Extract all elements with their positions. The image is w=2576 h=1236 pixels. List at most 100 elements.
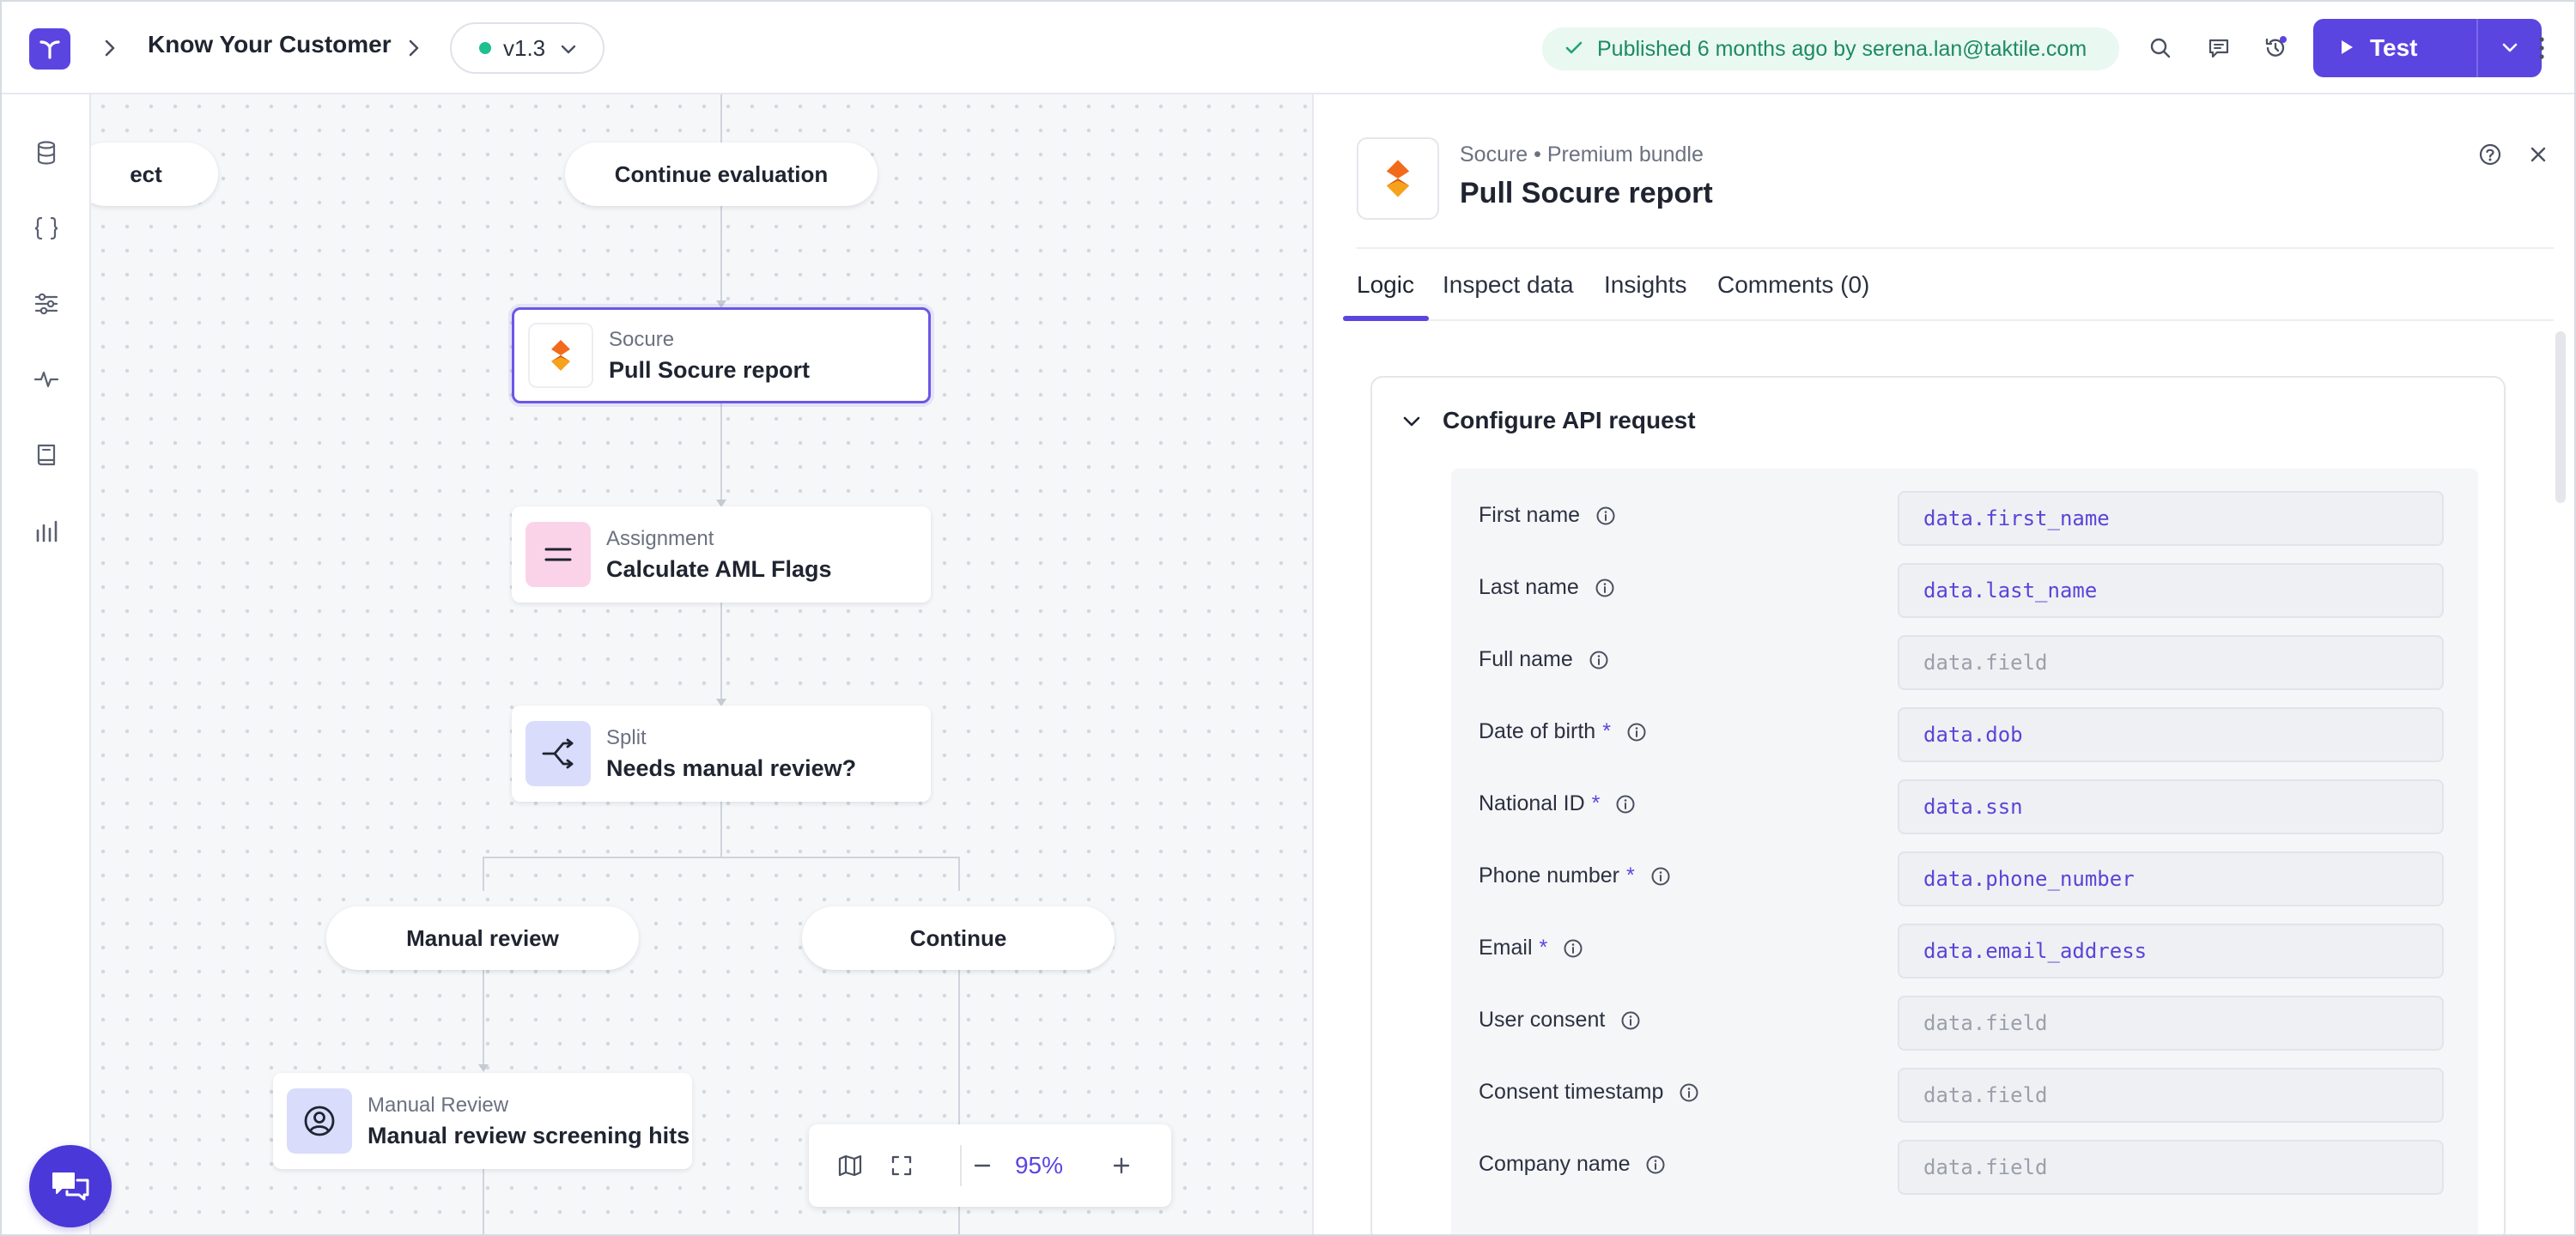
node-type-label: Split bbox=[606, 725, 647, 749]
chat-icon bbox=[52, 1172, 89, 1201]
national-id-input[interactable]: data.ssn bbox=[1898, 779, 2444, 834]
version-label: v1.3 bbox=[503, 34, 546, 61]
bar-chart-icon[interactable] bbox=[29, 513, 64, 548]
field-last-name: Last name data.last_name bbox=[1451, 551, 2478, 623]
zoom-in-icon[interactable] bbox=[1104, 1148, 1139, 1183]
field-national-id: National ID * data.ssn bbox=[1451, 767, 2478, 839]
branch-label-manual-review[interactable]: Manual review bbox=[326, 906, 639, 970]
node-needs-manual-review[interactable]: Split Needs manual review? bbox=[512, 706, 931, 802]
phone-number-input[interactable]: data.phone_number bbox=[1898, 851, 2444, 906]
field-label: Last name bbox=[1479, 575, 1615, 600]
chevron-right-icon[interactable] bbox=[398, 33, 429, 64]
info-icon[interactable] bbox=[1645, 1154, 1666, 1175]
info-icon[interactable] bbox=[1595, 578, 1615, 598]
version-selector[interactable]: v1.3 bbox=[450, 22, 605, 74]
field-label: Company name bbox=[1479, 1152, 1666, 1177]
tab-inspect-data[interactable]: Inspect data bbox=[1443, 271, 1574, 299]
node-detail-panel: Socure • Premium bundle Pull Socure repo… bbox=[1312, 94, 2574, 1234]
field-label: Email * bbox=[1479, 936, 1583, 960]
help-icon[interactable] bbox=[2473, 137, 2507, 172]
flow-edge bbox=[720, 206, 722, 302]
node-name-label: Needs manual review? bbox=[606, 754, 857, 781]
zoom-level[interactable]: 95% bbox=[1005, 1148, 1073, 1183]
zoom-out-icon[interactable] bbox=[965, 1148, 999, 1183]
panel-title[interactable]: Pull Socure report bbox=[1460, 177, 1713, 210]
split-icon bbox=[526, 721, 591, 786]
date-of-birth-input[interactable]: data.dob bbox=[1898, 707, 2444, 762]
last-name-input[interactable]: data.last_name bbox=[1898, 563, 2444, 618]
published-text: Published 6 months ago by serena.lan@tak… bbox=[1597, 36, 2087, 61]
branch-label-continue[interactable]: Continue bbox=[802, 906, 1115, 970]
check-icon bbox=[1564, 37, 1583, 62]
field-label: Phone number * bbox=[1479, 863, 1671, 888]
flow-title[interactable]: Know Your Customer bbox=[148, 31, 392, 58]
user-consent-input[interactable]: data.field bbox=[1898, 996, 2444, 1051]
company-name-input[interactable]: data.field bbox=[1898, 1140, 2444, 1195]
test-button[interactable]: Test bbox=[2313, 19, 2542, 77]
chevron-down-icon bbox=[559, 35, 578, 62]
info-icon[interactable] bbox=[1679, 1082, 1699, 1103]
zoom-controls: 95% bbox=[809, 1124, 1171, 1207]
field-date-of-birth: Date of birth * data.dob bbox=[1451, 695, 2478, 767]
equals-icon bbox=[526, 522, 591, 587]
node-manual-review-screening-hits[interactable]: Manual Review Manual review screening hi… bbox=[273, 1073, 692, 1169]
chevron-down-icon bbox=[1401, 407, 1422, 434]
info-icon[interactable] bbox=[1650, 866, 1671, 887]
email-input[interactable]: data.email_address bbox=[1898, 924, 2444, 978]
branch-label-continue-evaluation[interactable]: Continue evaluation bbox=[565, 142, 878, 206]
branch-label-text: Continue evaluation bbox=[614, 161, 829, 187]
branch-label-reject[interactable]: ect bbox=[91, 142, 218, 206]
socure-logo-icon bbox=[1357, 137, 1439, 220]
field-label: National ID * bbox=[1479, 791, 1636, 816]
taktile-logo-icon bbox=[39, 40, 60, 59]
full-name-input[interactable]: data.field bbox=[1898, 635, 2444, 690]
info-icon[interactable] bbox=[1620, 1010, 1641, 1031]
flow-edge bbox=[483, 857, 960, 858]
flow-canvas[interactable]: ect Continue evaluation Manual review Co… bbox=[91, 94, 1312, 1234]
braces-icon[interactable] bbox=[29, 211, 64, 245]
socure-icon bbox=[528, 323, 593, 388]
search-icon[interactable] bbox=[2143, 31, 2178, 65]
fit-view-icon[interactable] bbox=[884, 1148, 919, 1183]
active-tab-indicator bbox=[1343, 316, 1429, 321]
more-vertical-icon[interactable] bbox=[2524, 27, 2559, 69]
field-company-name: Company name data.field bbox=[1451, 1128, 2478, 1200]
app-logo[interactable] bbox=[29, 28, 70, 70]
section-header[interactable]: Configure API request bbox=[1401, 407, 1696, 434]
app-window: Know Your Customer v1.3 Published 6 mont… bbox=[0, 0, 2576, 1236]
panel-scrollbar[interactable] bbox=[2555, 331, 2566, 503]
minimap-icon[interactable] bbox=[833, 1148, 867, 1183]
flow-edge bbox=[958, 857, 960, 891]
close-icon[interactable] bbox=[2521, 137, 2555, 172]
node-pull-socure-report[interactable]: Socure Pull Socure report bbox=[512, 307, 931, 403]
node-calculate-aml-flags[interactable]: Assignment Calculate AML Flags bbox=[512, 506, 931, 603]
support-chat-button[interactable] bbox=[29, 1145, 112, 1227]
info-icon[interactable] bbox=[1595, 506, 1616, 526]
left-sidebar bbox=[2, 94, 91, 1234]
first-name-input[interactable]: data.first_name bbox=[1898, 491, 2444, 546]
test-run-button[interactable]: Test bbox=[2313, 19, 2476, 77]
required-marker: * bbox=[1626, 863, 1635, 888]
book-icon[interactable] bbox=[29, 438, 64, 472]
flow-edge bbox=[720, 800, 722, 858]
info-icon[interactable] bbox=[1626, 722, 1647, 742]
info-icon[interactable] bbox=[1589, 650, 1609, 670]
comment-icon[interactable] bbox=[2202, 31, 2236, 65]
field-label: User consent bbox=[1479, 1008, 1641, 1033]
history-icon[interactable] bbox=[2258, 31, 2293, 65]
field-label: Consent timestamp bbox=[1479, 1080, 1699, 1105]
consent-timestamp-input[interactable]: data.field bbox=[1898, 1068, 2444, 1123]
info-icon[interactable] bbox=[1615, 794, 1636, 815]
field-email: Email * data.email_address bbox=[1451, 912, 2478, 984]
tab-insights[interactable]: Insights bbox=[1604, 271, 1687, 299]
activity-icon[interactable] bbox=[29, 362, 64, 397]
tab-logic[interactable]: Logic bbox=[1357, 271, 1414, 299]
database-icon[interactable] bbox=[29, 136, 64, 170]
info-icon[interactable] bbox=[1563, 938, 1583, 959]
required-marker: * bbox=[1602, 719, 1611, 743]
api-field-list: First name data.first_name Last name dat… bbox=[1451, 469, 2478, 1234]
sliders-icon[interactable] bbox=[29, 287, 64, 321]
tab-comments[interactable]: Comments (0) bbox=[1717, 271, 1869, 299]
test-label: Test bbox=[2370, 34, 2418, 61]
chevron-right-icon[interactable] bbox=[94, 33, 125, 64]
